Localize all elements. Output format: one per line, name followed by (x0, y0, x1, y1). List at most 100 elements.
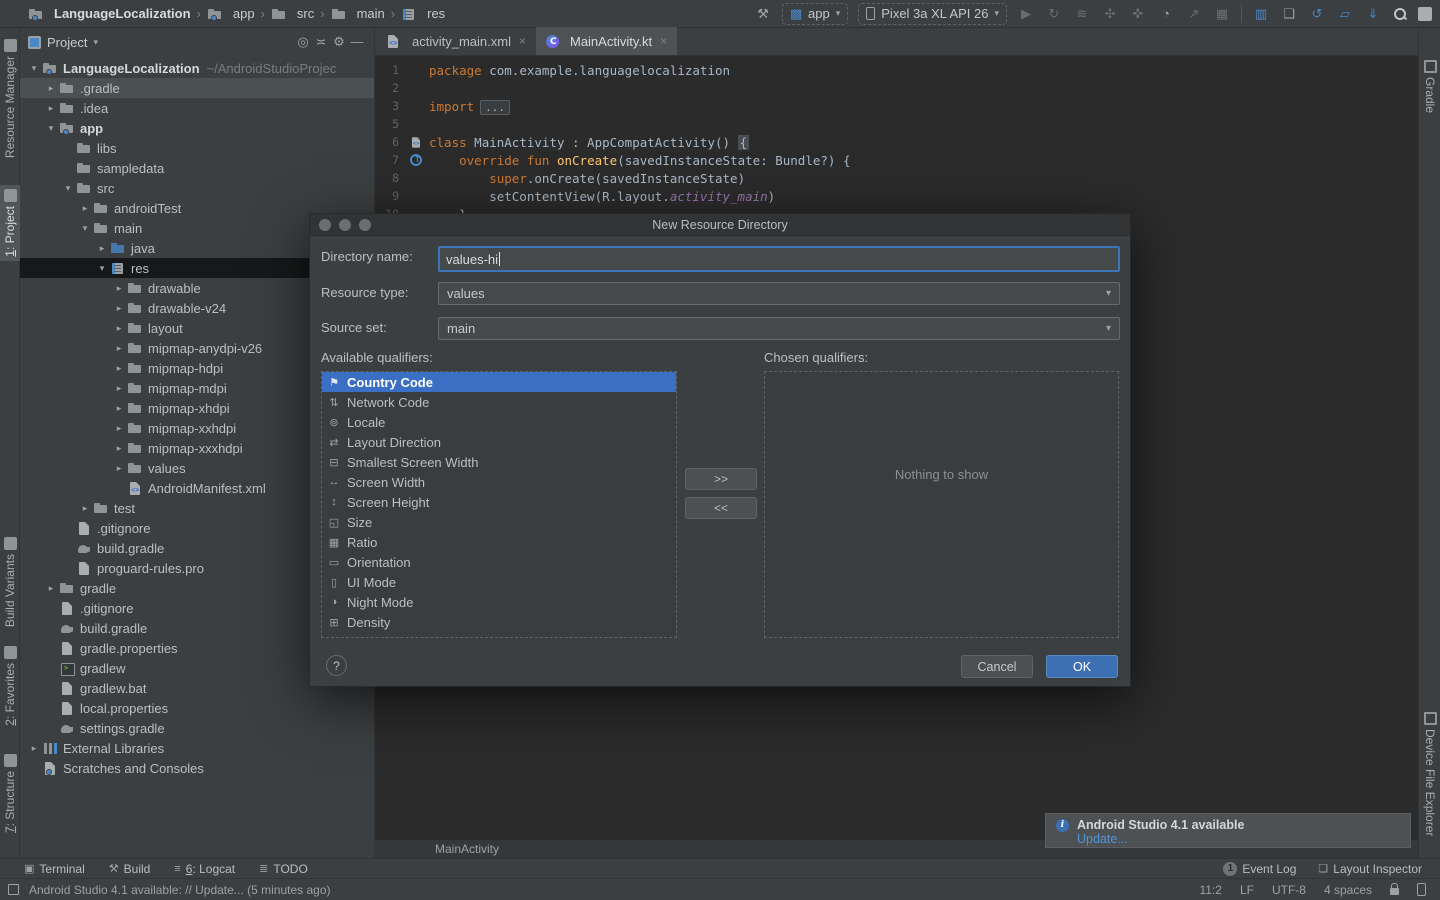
breadcrumb-item-main[interactable]: main (331, 6, 385, 22)
qualifier-layout-direction[interactable]: ⇄Layout Direction (322, 432, 676, 452)
window-controls[interactable] (319, 219, 371, 231)
update-link[interactable]: Update... (1077, 832, 1400, 846)
chevron-collapsed-icon[interactable]: ▸ (111, 283, 127, 294)
qualifier-night-mode[interactable]: ◑Night Mode (322, 592, 676, 612)
close-icon[interactable] (319, 219, 331, 231)
chevron-collapsed-icon[interactable]: ▸ (111, 303, 127, 314)
stripe-item--favorites[interactable]: 2: Favorites (0, 642, 20, 730)
close-icon[interactable]: × (519, 34, 526, 48)
tree-row-local-properties[interactable]: local.properties (20, 698, 374, 718)
qualifier-network-code[interactable]: ⇅Network Code (322, 392, 676, 412)
readonly-lock-icon[interactable] (1390, 888, 1399, 895)
qualifier-ui-mode[interactable]: ▯UI Mode (322, 572, 676, 592)
virtual-device-icon[interactable]: ▱ (1336, 5, 1354, 23)
build-hammer-icon[interactable]: ⚒ (754, 5, 772, 23)
tree-row-sampledata[interactable]: sampledata (20, 158, 374, 178)
move-right-button[interactable]: >> (685, 468, 757, 490)
chevron-down-icon[interactable]: ▾ (93, 37, 98, 48)
sync-gradle-icon[interactable]: ↺ (1308, 5, 1326, 23)
toolwindow-button-terminal[interactable]: ▣Terminal (24, 862, 85, 876)
apply-changes-run-icon[interactable]: ↗ (1185, 5, 1203, 23)
tree-row-libs[interactable]: libs (20, 138, 374, 158)
source-set-select[interactable]: main ▾ (438, 317, 1120, 340)
breadcrumb-item-app[interactable]: app (207, 6, 255, 22)
chevron-expanded-icon[interactable]: ▾ (94, 263, 110, 274)
tree-row-languagelocalization[interactable]: ▾LanguageLocalization~/AndroidStudioProj… (20, 58, 374, 78)
stripe-item-device-file-explorer[interactable]: Device File Explorer (1419, 708, 1440, 840)
tree-row-app[interactable]: ▾app (20, 118, 374, 138)
locate-icon[interactable]: ◎ (294, 34, 312, 50)
breadcrumb-item-src[interactable]: src (271, 6, 314, 22)
tree-row-external-libraries[interactable]: ▸External Libraries (20, 738, 374, 758)
apply-changes-icon[interactable]: ↻ (1045, 5, 1063, 23)
qualifier-size[interactable]: ◱Size (322, 512, 676, 532)
chevron-collapsed-icon[interactable]: ▸ (43, 583, 59, 594)
breadcrumb-item-res[interactable]: res (401, 6, 445, 22)
chevron-collapsed-icon[interactable]: ▸ (111, 423, 127, 434)
chevron-expanded-icon[interactable]: ▾ (26, 63, 42, 74)
cancel-button[interactable]: Cancel (961, 655, 1033, 678)
chevron-expanded-icon[interactable]: ▾ (77, 223, 93, 234)
chevron-expanded-icon[interactable]: ▾ (43, 123, 59, 134)
toolwindow-button-build[interactable]: ⚒Build (109, 862, 151, 876)
file-encoding[interactable]: UTF-8 (1272, 883, 1306, 897)
layout-inspector-button[interactable]: ❏ Layout Inspector (1318, 862, 1422, 876)
close-icon[interactable]: × (660, 34, 667, 48)
stripe-item-build-variants[interactable]: Build Variants (0, 533, 20, 631)
dialog-title-bar[interactable]: New Resource Directory (310, 214, 1130, 236)
qualifier-locale[interactable]: ⊚Locale (322, 412, 676, 432)
stop-icon[interactable]: ▦ (1213, 5, 1231, 23)
chevron-collapsed-icon[interactable]: ▸ (26, 743, 42, 754)
breadcrumb-item-languagelocalization[interactable]: LanguageLocalization (28, 6, 191, 22)
minimize-icon[interactable] (339, 219, 351, 231)
chevron-collapsed-icon[interactable]: ▸ (77, 503, 93, 514)
caret-position[interactable]: 11:2 (1199, 883, 1221, 897)
stripe-item-gradle[interactable]: Gradle (1419, 56, 1440, 117)
update-notification[interactable]: i Android Studio 4.1 available Update... (1045, 813, 1411, 848)
chosen-qualifiers-list[interactable]: Nothing to show (764, 371, 1119, 638)
tree-row--gradle[interactable]: ▸.gradle (20, 78, 374, 98)
move-left-button[interactable]: << (685, 497, 757, 519)
chevron-collapsed-icon[interactable]: ▸ (43, 83, 59, 94)
stripe-item--project[interactable]: 1: Project (0, 185, 20, 261)
qualifier-orientation[interactable]: ▭Orientation (322, 552, 676, 572)
qualifier-ratio[interactable]: ▦Ratio (322, 532, 676, 552)
ok-button[interactable]: OK (1046, 655, 1118, 678)
override-method-icon[interactable] (410, 154, 422, 166)
maximize-icon[interactable] (359, 219, 371, 231)
line-ending[interactable]: LF (1240, 883, 1254, 897)
apply-code-changes-icon[interactable]: ≋ (1073, 5, 1091, 23)
toolwindow-switcher-icon[interactable] (8, 884, 19, 895)
help-button[interactable]: ? (326, 655, 347, 676)
qualifier-screen-height[interactable]: ↕Screen Height (322, 492, 676, 512)
chevron-collapsed-icon[interactable]: ▸ (111, 323, 127, 334)
device-select[interactable]: Pixel 3a XL API 26 ▾ (858, 3, 1007, 25)
collapse-all-icon[interactable]: ≍ (312, 34, 330, 50)
directory-name-input[interactable]: values-hi (438, 246, 1120, 272)
chevron-collapsed-icon[interactable]: ▸ (77, 203, 93, 214)
toolwindow-button-todo[interactable]: ≣TODO (259, 862, 308, 876)
status-message[interactable]: Android Studio 4.1 available: // Update.… (29, 883, 331, 897)
chevron-collapsed-icon[interactable]: ▸ (94, 243, 110, 254)
stripe-item--structure[interactable]: 7: Structure (0, 750, 20, 837)
qualifier-density[interactable]: ⊞Density (322, 612, 676, 632)
run-icon[interactable]: ▶ (1017, 5, 1035, 23)
event-log-button[interactable]: 1 Event Log (1223, 862, 1296, 876)
toolwindow-button-6-logcat[interactable]: ≡6: Logcat (174, 862, 235, 876)
chevron-collapsed-icon[interactable]: ▸ (111, 463, 127, 474)
tab-activity-main-xml[interactable]: <>activity_main.xml× (375, 27, 536, 55)
chevron-collapsed-icon[interactable]: ▸ (111, 403, 127, 414)
layout-inspector-icon[interactable]: ❏ (1280, 5, 1298, 23)
code-editor[interactable]: 1package com.example.languagelocalizatio… (375, 56, 1418, 223)
attach-debugger-icon[interactable]: ✜ (1129, 5, 1147, 23)
chevron-collapsed-icon[interactable]: ▸ (111, 383, 127, 394)
hide-panel-icon[interactable]: — (348, 34, 366, 50)
run-configuration-select[interactable]: ▩ app ▾ (782, 3, 848, 25)
profiler-icon[interactable]: ◔ (1157, 5, 1175, 23)
tab-mainactivity-kt[interactable]: MainActivity.kt× (536, 27, 677, 55)
qualifier-smallest-screen-width[interactable]: ⊟Smallest Screen Width (322, 452, 676, 472)
indent-setting[interactable]: 4 spaces (1324, 883, 1372, 897)
tree-row-scratches-and-consoles[interactable]: Scratches and Consoles (20, 758, 374, 778)
device-manager-icon[interactable]: ▥ (1252, 5, 1270, 23)
search-everywhere-icon[interactable] (1392, 6, 1408, 22)
